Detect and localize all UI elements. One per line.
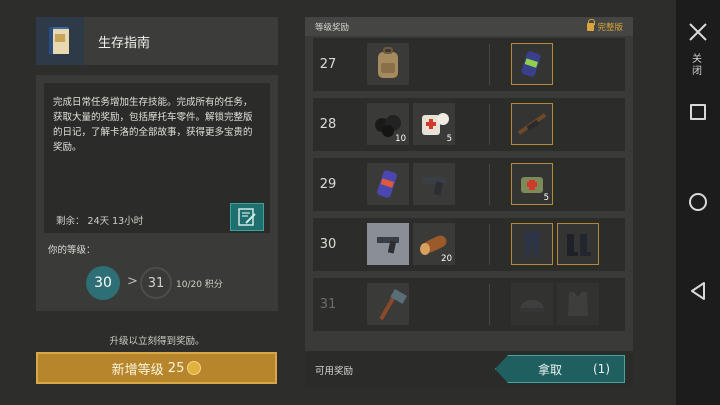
book-icon — [36, 17, 84, 65]
rewards-panel: 等级奖励 完整版 27 28 10 5 29 5 30 20 31 可用奖励 拿… — [305, 17, 633, 388]
coal-icon[interactable]: 10 — [367, 103, 409, 145]
item-quantity: 10 — [395, 134, 406, 144]
description-box: 完成日常任务增加生存技能。完成所有的任务，获取大量的奖励，包括摩托车零件。解锁完… — [44, 83, 270, 233]
row-level: 31 — [319, 297, 337, 312]
full-version-label: 完整版 — [597, 22, 623, 33]
coin-icon — [187, 361, 202, 375]
item-quantity: 20 — [441, 254, 452, 264]
diary-button[interactable] — [230, 203, 264, 231]
reward-row: 28 10 5 — [313, 98, 625, 151]
row-divider — [489, 104, 490, 145]
close-icon[interactable] — [688, 22, 708, 42]
medkit-icon[interactable]: 5 — [413, 103, 455, 145]
remaining-time: 剩余： 24天 13小时 — [56, 216, 144, 227]
close-label: 关闭 — [692, 54, 702, 77]
reward-row: 30 20 — [313, 218, 625, 271]
rewards-title: 等级奖励 — [315, 22, 350, 33]
next-level: 31 — [140, 267, 172, 299]
row-level: 27 — [319, 57, 337, 72]
rifle-icon[interactable] — [511, 103, 553, 145]
sledgehammer-icon[interactable] — [367, 283, 409, 325]
reward-row: 29 5 — [313, 158, 625, 211]
lock-icon — [587, 18, 596, 31]
upgrade-hint: 升级以立刻得到奖励。 — [109, 336, 205, 347]
claim-button[interactable]: 拿取 (1) — [495, 355, 625, 383]
medical-bag-icon[interactable]: 5 — [511, 163, 553, 205]
wood-log-icon[interactable]: 20 — [413, 223, 455, 265]
row-level: 29 — [319, 177, 337, 192]
helmet-icon[interactable] — [511, 283, 553, 325]
back-icon[interactable] — [690, 282, 706, 300]
row-level: 28 — [319, 117, 337, 132]
claim-count: (1) — [593, 362, 610, 376]
buy-level-price: 25 — [167, 360, 185, 376]
item-quantity: 5 — [446, 134, 452, 144]
pistol-icon[interactable] — [413, 163, 455, 205]
description-card: 完成日常任务增加生存技能。完成所有的任务，获取大量的奖励，包括摩托车零件。解锁完… — [36, 75, 278, 311]
current-level: 30 — [86, 266, 120, 300]
row-divider — [489, 44, 490, 85]
energy-drink-icon[interactable] — [511, 43, 553, 85]
backpack-icon[interactable] — [367, 43, 409, 85]
recent-apps-icon[interactable] — [690, 104, 706, 120]
book-title: 生存指南 — [98, 35, 151, 51]
boots-icon[interactable] — [557, 223, 599, 265]
row-level: 30 — [319, 237, 337, 252]
buy-level-label: 新增等级 — [111, 362, 164, 378]
book-header: 生存指南 — [36, 17, 278, 65]
energy-drink-icon[interactable] — [367, 163, 409, 205]
level-arrow: > — [127, 274, 138, 289]
armor-vest-icon[interactable] — [557, 283, 599, 325]
rewards-footer: 可用奖励 拿取 (1) — [305, 351, 633, 388]
row-divider — [489, 224, 490, 265]
row-divider — [489, 284, 490, 325]
home-icon[interactable] — [689, 193, 707, 211]
buy-level-button[interactable]: 新增等级 25 — [36, 352, 277, 384]
system-nav-bar: 关闭 — [676, 0, 720, 405]
reward-row: 31 — [313, 278, 625, 331]
description-text: 完成日常任务增加生存技能。完成所有的任务，获取大量的奖励，包括摩托车零件。解锁完… — [53, 97, 253, 153]
item-quantity: 5 — [543, 193, 549, 203]
pants-icon[interactable] — [511, 223, 553, 265]
reward-row: 27 — [313, 38, 625, 91]
level-points: 10/20 积分 — [176, 280, 223, 290]
rewards-header: 等级奖励 完整版 — [305, 17, 633, 36]
available-rewards-label: 可用奖励 — [315, 366, 354, 377]
full-version-link[interactable]: 完整版 — [587, 18, 623, 33]
row-divider — [489, 164, 490, 205]
claim-label: 拿取 — [538, 362, 563, 377]
notebook-pencil-icon — [238, 208, 256, 226]
level-label: 你的等级： — [48, 245, 96, 256]
pistol-blueprint-icon[interactable] — [367, 223, 409, 265]
